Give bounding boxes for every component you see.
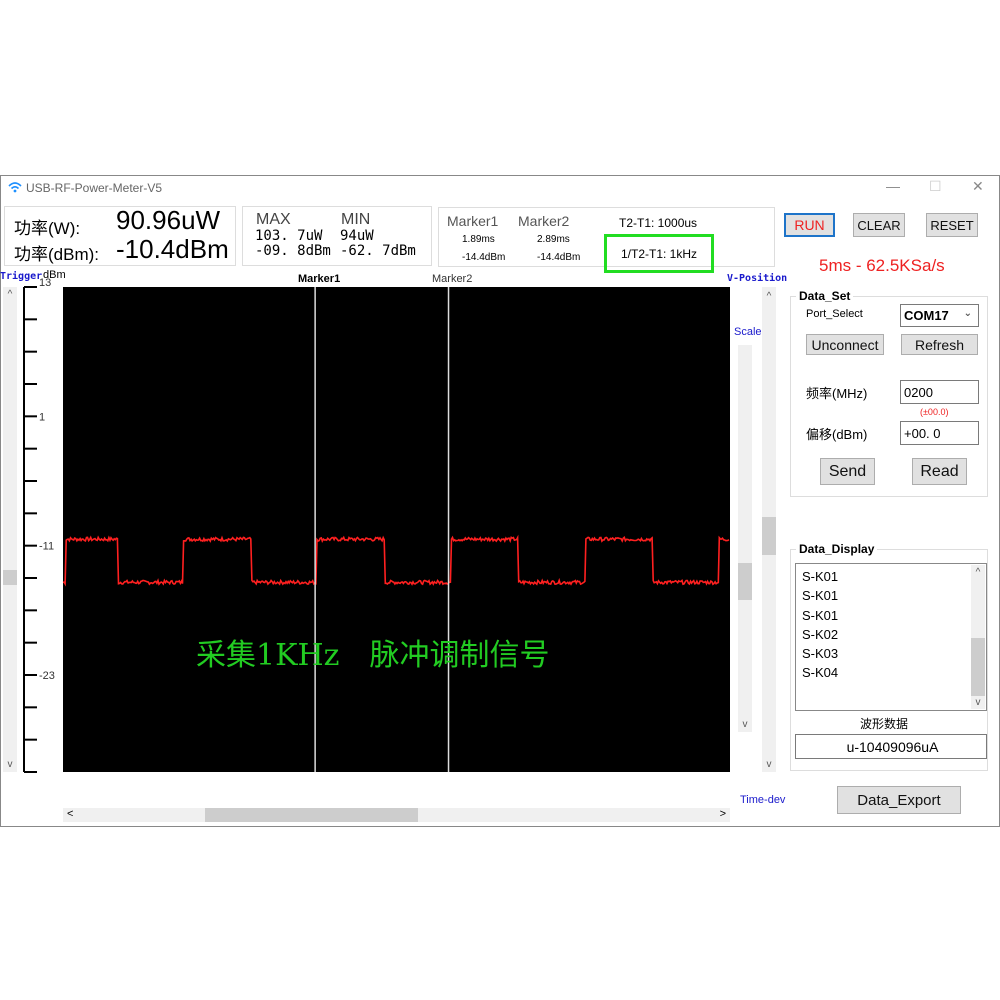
marker1-time: 1.89ms <box>462 234 495 245</box>
minimize-button[interactable]: — <box>886 178 900 194</box>
unconnect-button[interactable]: Unconnect <box>806 334 884 355</box>
y-tick-label: -11 <box>39 541 54 553</box>
offset-hint: (±00.0) <box>920 407 949 417</box>
port-select-label: Port_Select <box>806 308 863 320</box>
frequency-highlight: 1/T2-T1: 1kHz <box>604 234 714 273</box>
clear-button[interactable]: CLEAR <box>853 213 905 237</box>
frequency-input[interactable]: 0200 <box>900 380 979 404</box>
data-display-label: Data_Display <box>796 542 878 556</box>
min-w: 94uW <box>340 228 374 244</box>
marker2-time: 2.89ms <box>537 234 570 245</box>
refresh-button[interactable]: Refresh <box>901 334 978 355</box>
y-tick-label: -23 <box>39 670 55 682</box>
chevron-down-icon: ⌄ <box>963 308 972 319</box>
waveform-data-field[interactable]: u-10409096uA <box>795 734 987 759</box>
wifi-icon <box>8 182 22 193</box>
send-button[interactable]: Send <box>820 458 875 485</box>
marker2-dbm: -14.4dBm <box>537 252 581 263</box>
data-display-list[interactable]: S-K01 S-K01 S-K01 S-K02 S-K03 S-K04 ^ v <box>795 563 987 711</box>
data-set-label: Data_Set <box>796 289 854 303</box>
frequency-value: 1/T2-T1: 1kHz <box>620 246 698 261</box>
min-dbm: -62. 7dBm <box>340 243 416 259</box>
run-button[interactable]: RUN <box>784 213 835 237</box>
min-label: MIN <box>341 211 371 228</box>
waveform-chart: 13 1 -11 -23 <box>23 277 730 773</box>
list-item[interactable]: S-K03 <box>802 644 986 663</box>
max-dbm: -09. 8dBm <box>255 243 331 259</box>
list-item[interactable]: S-K02 <box>802 625 986 644</box>
marker2-label: Marker2 <box>518 213 570 229</box>
list-scrollbar[interactable]: ^ v <box>971 565 985 709</box>
waveform-data-label: 波形数据 <box>860 717 909 731</box>
marker1-dbm: -14.4dBm <box>462 252 506 263</box>
offset-input[interactable]: +00. 0 <box>900 421 979 445</box>
plot-area <box>63 287 730 772</box>
max-w: 103. 7uW <box>255 228 323 244</box>
power-dbm-value: -10.4dBm <box>116 234 229 264</box>
frequency-label: 频率(MHz) <box>806 386 868 401</box>
offset-label: 偏移(dBm) <box>806 427 868 442</box>
sample-rate: 5ms - 62.5KSa/s <box>819 256 945 275</box>
marker1-label: Marker1 <box>447 213 499 229</box>
time-dev-label: Time-dev <box>740 794 786 806</box>
list-item[interactable]: S-K04 <box>802 663 986 682</box>
maximize-button[interactable]: ☐ <box>929 178 942 195</box>
y-tick-label: 13 <box>39 277 51 289</box>
delta-time: T2-T1: 1000us <box>619 216 698 230</box>
max-label: MAX <box>256 211 291 228</box>
power-w-value: 90.96uW <box>116 205 221 235</box>
y-tick-label: 1 <box>39 411 45 423</box>
reset-button[interactable]: RESET <box>926 213 978 237</box>
port-select-value: COM17 <box>904 308 949 323</box>
list-item[interactable]: S-K01 <box>802 586 986 605</box>
overlay-caption: 采集1KHz 脉冲调制信号 <box>196 638 550 673</box>
power-w-label: 功率(W): <box>14 219 81 238</box>
port-select-dropdown[interactable]: COM17 ⌄ <box>900 304 979 327</box>
data-export-button[interactable]: Data_Export <box>837 786 961 814</box>
time-scrollbar[interactable]: < > <box>63 808 730 822</box>
list-item[interactable]: S-K01 <box>802 567 986 586</box>
read-button[interactable]: Read <box>912 458 967 485</box>
close-button[interactable]: ✕ <box>972 178 984 195</box>
list-item[interactable]: S-K01 <box>802 606 986 625</box>
power-dbm-label: 功率(dBm): <box>14 245 99 264</box>
window-title: USB-RF-Power-Meter-V5 <box>26 181 163 195</box>
